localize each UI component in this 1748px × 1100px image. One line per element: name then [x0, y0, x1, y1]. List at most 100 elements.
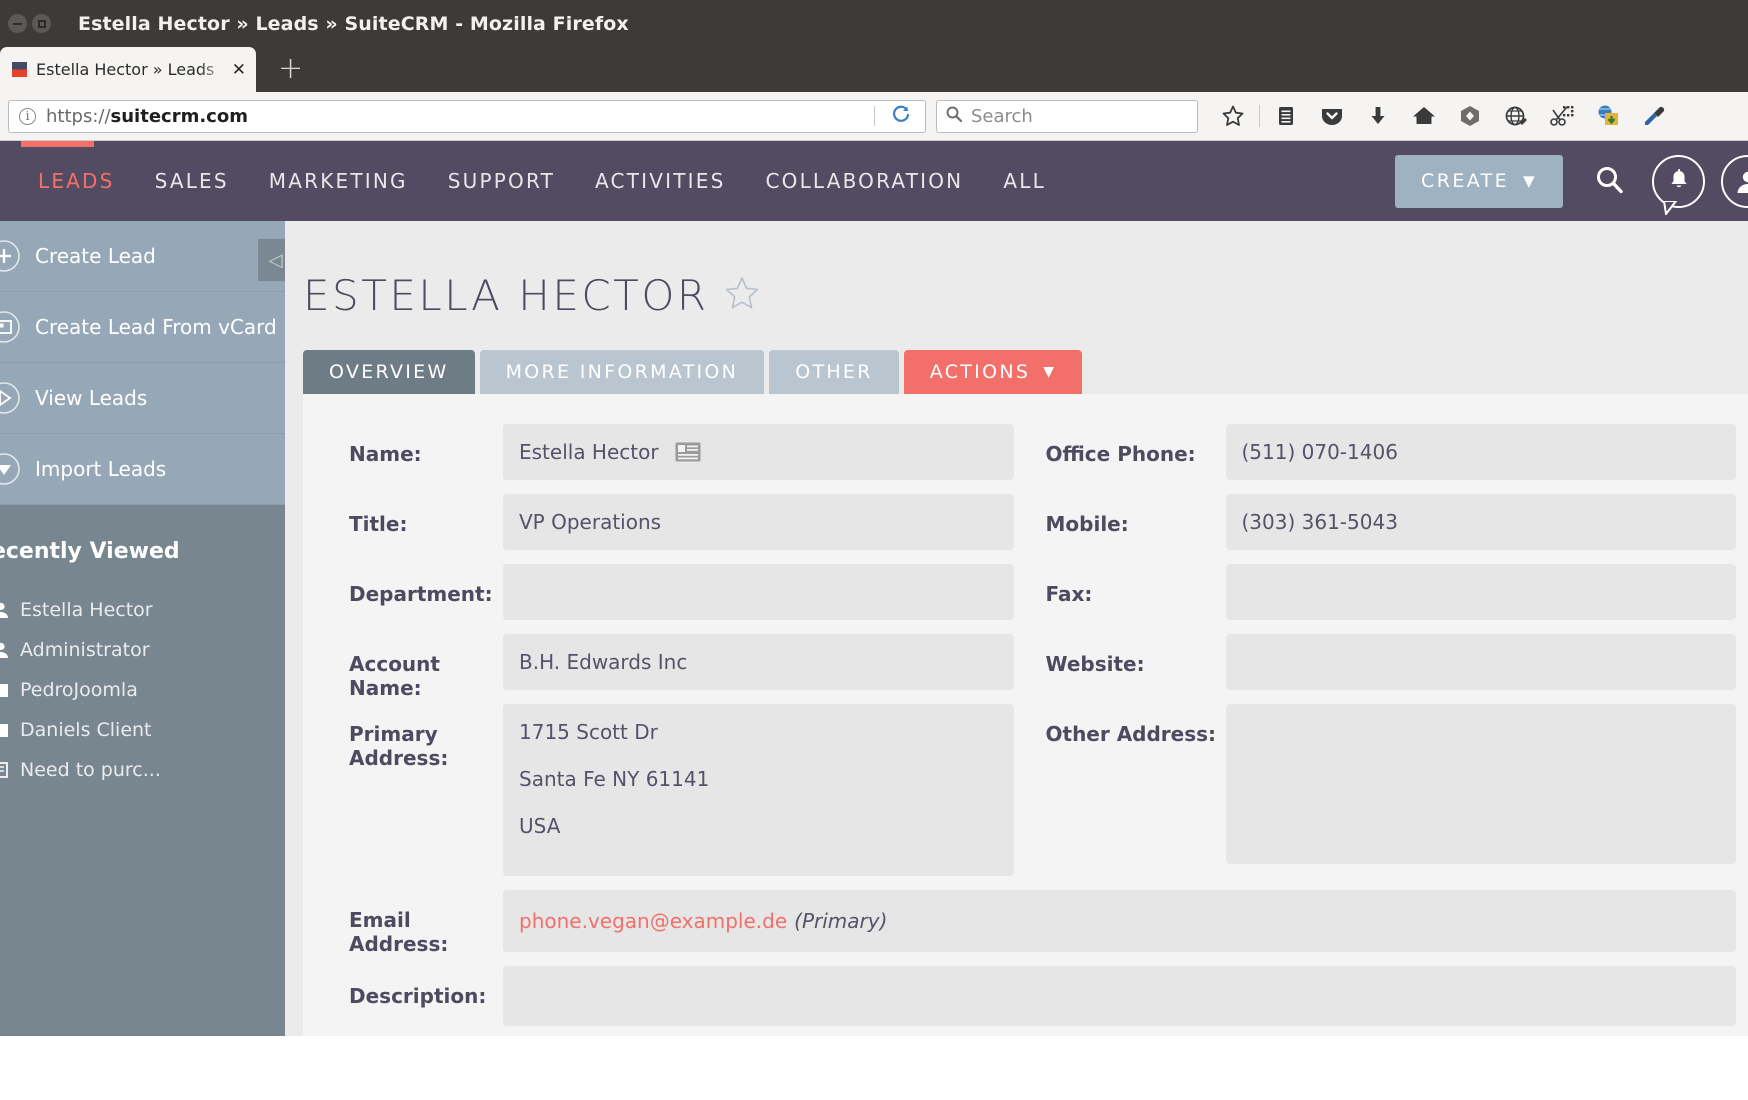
- home-icon[interactable]: [1401, 97, 1447, 135]
- recently-viewed-panel: Recently Viewed Estella Hector Administr…: [0, 505, 285, 1036]
- browser-tab[interactable]: Estella Hector » Leads ✕: [0, 47, 256, 92]
- sidebar-item-view-leads[interactable]: View Leads: [0, 363, 285, 434]
- recent-item-label: Estella Hector: [20, 599, 153, 621]
- field-description: Description:: [303, 966, 1748, 1036]
- crm-menu: LEADS SALES MARKETING SUPPORT ACTIVITIES…: [18, 169, 1066, 193]
- reader-list-icon[interactable]: [1263, 97, 1309, 135]
- active-module-indicator: [21, 141, 94, 147]
- crm-nav-right: CREATE ▼: [1395, 141, 1748, 221]
- recent-item-daniels-client[interactable]: Daniels Client: [0, 710, 285, 750]
- recent-item-need-to-purchase[interactable]: Need to purc...: [0, 750, 285, 790]
- field-value-other-address[interactable]: [1225, 704, 1736, 864]
- nav-item-marketing[interactable]: MARKETING: [249, 169, 428, 193]
- tab-other[interactable]: OTHER: [769, 350, 899, 394]
- field-title: Title: VP Operations: [303, 494, 1026, 564]
- sync-icon[interactable]: [1447, 97, 1493, 135]
- email-primary-tag: (Primary): [794, 909, 888, 933]
- field-value-name[interactable]: Estella Hector: [503, 424, 1014, 480]
- url-bar[interactable]: i https://suitecrm.com: [8, 99, 926, 133]
- field-value-office-phone[interactable]: (511) 070-1406: [1225, 424, 1736, 480]
- nav-item-all[interactable]: ALL: [983, 169, 1066, 193]
- field-row-name: Name: Estella Hector Office Phone: (511)…: [303, 424, 1748, 494]
- sidebar-item-create-lead[interactable]: Create Lead: [0, 221, 285, 292]
- field-value-description[interactable]: [503, 966, 1736, 1026]
- field-primary-address: Primary Address: 1715 Scott Dr Santa Fe …: [303, 704, 1026, 890]
- field-value-title[interactable]: VP Operations: [503, 494, 1014, 550]
- tab-overview[interactable]: OVERVIEW: [303, 350, 475, 394]
- field-label: Website:: [1045, 652, 1145, 676]
- vcard-icon[interactable]: [675, 442, 701, 462]
- nav-item-activities[interactable]: ACTIVITIES: [575, 169, 745, 193]
- recent-item-pedrojoomla[interactable]: PedroJoomla: [0, 670, 285, 710]
- field-value-fax[interactable]: [1225, 564, 1736, 620]
- close-icon[interactable]: ✕: [232, 60, 246, 80]
- recent-item-estella-hector[interactable]: Estella Hector: [0, 590, 285, 630]
- screenshot-scissors-icon[interactable]: [1539, 97, 1585, 135]
- browser-navbar: i https://suitecrm.com Search: [0, 92, 1748, 141]
- browser-tabbar: Estella Hector » Leads ✕ +: [0, 47, 1748, 92]
- recent-item-label: PedroJoomla: [20, 679, 138, 701]
- web-edit-icon[interactable]: [1493, 97, 1539, 135]
- field-office-phone: Office Phone: (511) 070-1406: [1026, 424, 1748, 494]
- field-value-mobile[interactable]: (303) 361-5043: [1225, 494, 1736, 550]
- star-outline-icon[interactable]: [723, 273, 761, 322]
- note-icon: [0, 760, 18, 780]
- user-profile-button[interactable]: [1721, 154, 1748, 208]
- recent-item-label: Administrator: [20, 639, 150, 661]
- save-page-icon[interactable]: [1585, 97, 1631, 135]
- notifications-button[interactable]: [1652, 154, 1705, 215]
- create-button[interactable]: CREATE ▼: [1395, 154, 1563, 208]
- search-placeholder: Search: [971, 105, 1033, 127]
- eyedropper-icon[interactable]: [1631, 97, 1677, 135]
- nav-item-sales[interactable]: SALES: [135, 169, 249, 193]
- tab-more-information[interactable]: MORE INFORMATION: [479, 350, 765, 394]
- address-line-3: USA: [519, 814, 561, 838]
- window-maximize-button[interactable]: [32, 14, 51, 33]
- recently-viewed-title: Recently Viewed: [0, 539, 180, 564]
- address-line-1: 1715 Scott Dr: [519, 720, 658, 744]
- field-department: Department:: [303, 564, 1026, 634]
- downloads-icon[interactable]: [1355, 97, 1401, 135]
- overview-panel: Name: Estella Hector Office Phone: (511)…: [303, 394, 1748, 1036]
- reload-icon[interactable]: [881, 104, 921, 129]
- field-label: Email Address:: [349, 908, 449, 956]
- page-body: Create Lead Create Lead From vCard View …: [0, 221, 1748, 1036]
- field-value-email[interactable]: phone.vegan@example.de (Primary): [503, 890, 1736, 952]
- play-circle-icon: [0, 381, 33, 415]
- page-title: ESTELLA HECTOR: [285, 221, 1748, 322]
- sidebar-item-label: Import Leads: [35, 457, 167, 481]
- field-value-account-name[interactable]: B.H. Edwards Inc: [503, 634, 1014, 690]
- field-mobile: Mobile: (303) 361-5043: [1026, 494, 1748, 564]
- email-link[interactable]: phone.vegan@example.de: [519, 909, 787, 933]
- window-minimize-button[interactable]: [8, 14, 27, 33]
- chevron-down-icon: ▼: [1523, 172, 1537, 190]
- field-value-text: Estella Hector: [519, 440, 659, 464]
- field-value-website[interactable]: [1225, 634, 1736, 690]
- nav-item-collaboration[interactable]: COLLABORATION: [745, 169, 983, 193]
- browser-tab-title: Estella Hector » Leads: [36, 60, 215, 79]
- sidebar-item-import-leads[interactable]: Import Leads: [0, 434, 285, 505]
- pocket-icon[interactable]: [1309, 97, 1355, 135]
- field-label: Account Name:: [349, 652, 440, 700]
- address-line-2: Santa Fe NY 61141: [519, 767, 710, 791]
- sidebar-item-label: View Leads: [35, 386, 148, 410]
- new-tab-button[interactable]: +: [278, 51, 303, 86]
- search-bar[interactable]: Search: [936, 99, 1198, 133]
- field-value-department[interactable]: [503, 564, 1014, 620]
- nav-item-support[interactable]: SUPPORT: [428, 169, 575, 193]
- user-icon: [0, 640, 18, 660]
- tab-label: ACTIONS: [929, 361, 1031, 383]
- sidebar-item-create-lead-from-vcard[interactable]: Create Lead From vCard: [0, 292, 285, 363]
- tab-actions[interactable]: ACTIONS ▼: [903, 350, 1083, 394]
- sidebar-item-label: Create Lead: [35, 244, 156, 268]
- field-account-name: Account Name: B.H. Edwards Inc: [303, 634, 1026, 704]
- field-row-addresses: Primary Address: 1715 Scott Dr Santa Fe …: [303, 704, 1748, 890]
- site-info-icon[interactable]: i: [19, 107, 36, 125]
- field-label: Name:: [349, 442, 422, 466]
- plus-circle-icon: [0, 239, 33, 273]
- bookmark-star-icon[interactable]: [1210, 97, 1256, 135]
- recent-item-administrator[interactable]: Administrator: [0, 630, 285, 670]
- global-search-button[interactable]: [1583, 155, 1636, 208]
- field-value-primary-address[interactable]: 1715 Scott Dr Santa Fe NY 61141 USA: [503, 704, 1014, 876]
- nav-item-leads[interactable]: LEADS: [18, 169, 135, 193]
